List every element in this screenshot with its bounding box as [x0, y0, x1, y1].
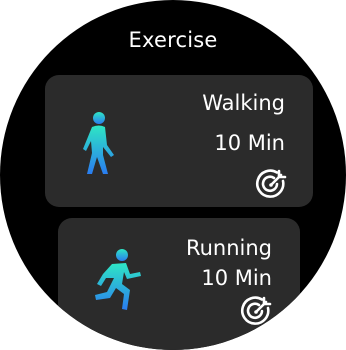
card-title: Walking — [202, 91, 285, 115]
exercise-card-walking[interactable]: Walking 10 Min — [45, 75, 313, 207]
card-duration: 10 Min — [214, 131, 285, 155]
watch-screen: Exercise Walking 10 Min Running 10 Min — [0, 0, 346, 350]
walking-icon — [83, 112, 114, 174]
card-title: Running — [185, 236, 272, 260]
target-icon — [255, 169, 287, 198]
page-title: Exercise — [128, 28, 218, 52]
running-icon — [95, 249, 141, 310]
target-icon — [240, 296, 272, 325]
card-duration: 10 Min — [201, 266, 272, 290]
exercise-card-running[interactable]: Running 10 Min — [58, 218, 300, 350]
